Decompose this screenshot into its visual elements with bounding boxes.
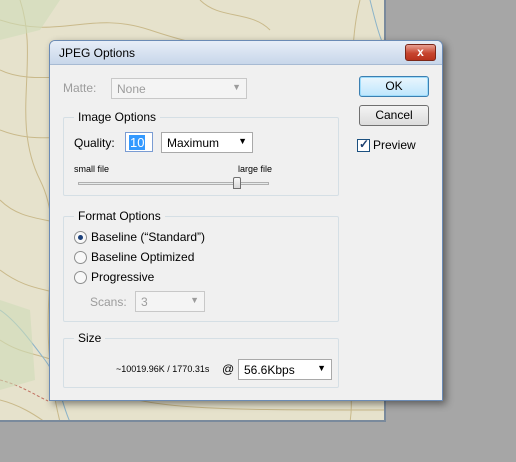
scans-value: 3 bbox=[141, 295, 148, 309]
connection-speed-value: 56.6Kbps bbox=[244, 363, 295, 377]
size-estimate: ~10019.96K / 1770.31s bbox=[116, 364, 210, 374]
size-legend: Size bbox=[74, 331, 106, 345]
quality-label: Quality: bbox=[74, 136, 115, 150]
preview-checkbox[interactable]: ✓ bbox=[357, 137, 370, 152]
quality-input[interactable]: 10 bbox=[125, 132, 153, 152]
quality-preset-value: Maximum bbox=[167, 136, 220, 150]
matte-select[interactable]: None ▼ bbox=[111, 78, 247, 99]
at-symbol: @ bbox=[222, 362, 235, 376]
large-file-label: large file bbox=[238, 164, 273, 174]
scans-select[interactable]: 3 ▼ bbox=[135, 291, 205, 312]
scans-label: Scans: bbox=[90, 295, 127, 309]
chevron-down-icon: ▼ bbox=[232, 82, 241, 92]
progressive-label: Progressive bbox=[91, 270, 155, 284]
format-options-legend: Format Options bbox=[74, 209, 165, 223]
baseline-standard-radio[interactable] bbox=[74, 231, 87, 244]
baseline-optimized-radio[interactable] bbox=[74, 251, 87, 264]
checkmark-icon: ✓ bbox=[359, 137, 370, 151]
baseline-standard-label: Baseline (“Standard”) bbox=[91, 230, 206, 244]
quality-preset-select[interactable]: Maximum ▼ bbox=[161, 132, 253, 153]
image-options-group: Image Options Quality: 10 Maximum ▼ smal… bbox=[63, 110, 339, 196]
jpeg-options-dialog: JPEG Options x Matte: None ▼ OK Cancel ✓… bbox=[49, 40, 443, 401]
chevron-down-icon: ▼ bbox=[190, 295, 199, 305]
ok-button[interactable]: OK bbox=[359, 76, 429, 97]
cancel-button[interactable]: Cancel bbox=[359, 105, 429, 126]
matte-value: None bbox=[117, 82, 146, 96]
baseline-optimized-label: Baseline Optimized bbox=[91, 250, 195, 264]
close-icon: x bbox=[417, 45, 424, 59]
small-file-label: small file bbox=[74, 164, 110, 174]
dialog-titlebar[interactable]: JPEG Options x bbox=[50, 41, 442, 65]
quality-slider-thumb[interactable] bbox=[232, 177, 241, 189]
close-button[interactable]: x bbox=[405, 44, 436, 61]
progressive-radio[interactable] bbox=[74, 271, 87, 284]
image-options-legend: Image Options bbox=[74, 110, 161, 124]
preview-label: Preview bbox=[373, 138, 416, 152]
chevron-down-icon: ▼ bbox=[317, 363, 326, 373]
connection-speed-select[interactable]: 56.6Kbps ▼ bbox=[238, 359, 332, 380]
format-options-group: Format Options Baseline (“Standard”) Bas… bbox=[63, 209, 339, 322]
matte-label: Matte: bbox=[63, 81, 97, 95]
dialog-title: JPEG Options bbox=[59, 46, 136, 60]
quality-value: 10 bbox=[129, 135, 146, 150]
chevron-down-icon: ▼ bbox=[238, 136, 247, 146]
size-group: Size ~10019.96K / 1770.31s @ 56.6Kbps ▼ bbox=[63, 331, 339, 388]
